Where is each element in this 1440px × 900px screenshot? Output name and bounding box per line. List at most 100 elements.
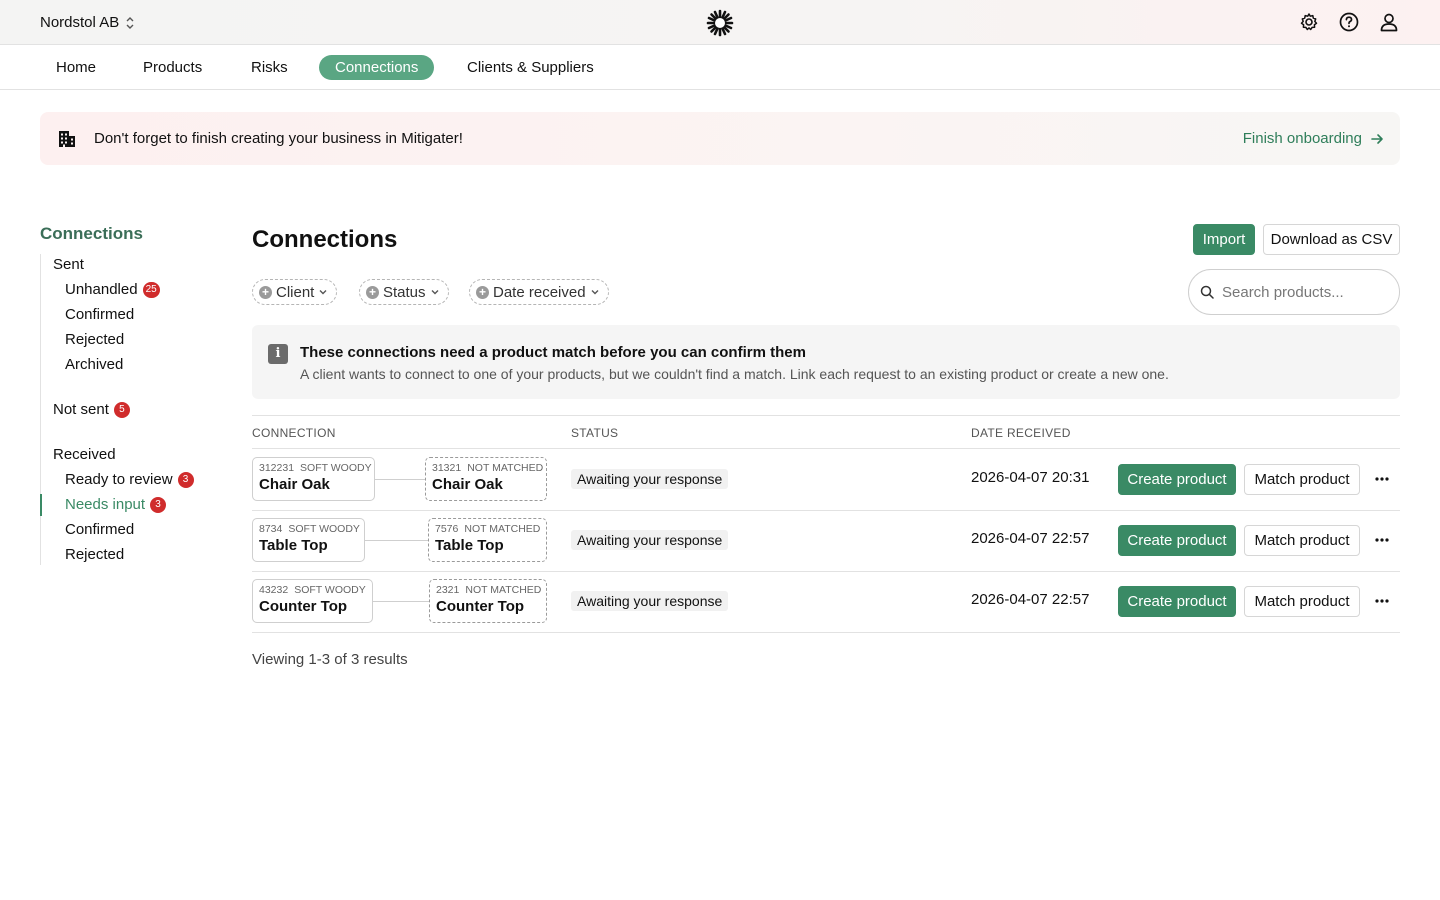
sidebar-group-label: Not sent bbox=[53, 401, 109, 418]
date-received: 2026-04-07 22:57 bbox=[971, 591, 1090, 608]
filter-label: Status bbox=[383, 283, 426, 301]
source-product-card[interactable]: 43232 SOFT WOODY Counter Top bbox=[252, 579, 373, 623]
org-switcher[interactable]: Nordstol AB bbox=[40, 14, 135, 31]
create-product-button[interactable]: Create product bbox=[1118, 464, 1236, 495]
create-product-button[interactable]: Create product bbox=[1118, 525, 1236, 556]
info-title: These connections need a product match b… bbox=[300, 344, 806, 361]
search-input[interactable] bbox=[1222, 283, 1382, 301]
logo-icon bbox=[706, 9, 734, 37]
product-id: 312231 bbox=[259, 462, 295, 474]
connection-line bbox=[373, 601, 429, 602]
nav-products[interactable]: Products bbox=[127, 55, 218, 80]
product-tag: NOT MATCHED bbox=[464, 523, 541, 535]
sidebar-item-label: Ready to review bbox=[65, 471, 173, 488]
date-received: 2026-04-07 20:31 bbox=[971, 469, 1090, 486]
count-badge: 25 bbox=[142, 281, 160, 298]
nav-risks[interactable]: Risks bbox=[235, 55, 304, 80]
match-product-button[interactable]: Match product bbox=[1244, 525, 1360, 556]
product-tag: NOT MATCHED bbox=[467, 462, 544, 474]
sidebar-item-needs-input[interactable]: Needs input 3 bbox=[65, 496, 167, 513]
column-header-date-received: DATE RECEIVED bbox=[971, 426, 1071, 440]
table-row: 312231 SOFT WOODY Chair Oak 31321 NOT MATC… bbox=[252, 449, 1400, 511]
filter-label: Date received bbox=[493, 283, 586, 301]
product-id: 2321 bbox=[436, 584, 460, 596]
status-badge: Awaiting your response bbox=[571, 530, 729, 550]
sidebar-title: Connections bbox=[40, 224, 143, 243]
sidebar-group-sent[interactable]: Sent bbox=[53, 256, 84, 273]
search-box[interactable] bbox=[1188, 269, 1400, 315]
filter-client[interactable]: + Client bbox=[252, 279, 338, 305]
nav-clients-suppliers[interactable]: Clients & Suppliers bbox=[451, 55, 610, 80]
sidebar-item-label: Unhandled bbox=[65, 281, 138, 298]
sidebar-group-received[interactable]: Received bbox=[53, 446, 116, 463]
date-received: 2026-04-07 22:57 bbox=[971, 530, 1090, 547]
sidebar-group-not-sent[interactable]: Not sent 5 bbox=[53, 401, 130, 418]
finish-onboarding-link[interactable]: Finish onboarding bbox=[1243, 130, 1384, 147]
product-name: Table Top bbox=[259, 537, 328, 554]
product-id: 7576 bbox=[435, 523, 459, 535]
sidebar-item-sent-archived[interactable]: Archived bbox=[65, 356, 123, 373]
info-callout: i These connections need a product match… bbox=[252, 325, 1400, 399]
create-product-button[interactable]: Create product bbox=[1118, 586, 1236, 617]
unmatched-product-card[interactable]: 2321 NOT MATCHED Counter Top bbox=[429, 579, 547, 623]
nav-connections[interactable]: Connections bbox=[319, 55, 435, 80]
sidebar-item-sent-unhandled[interactable]: Unhandled 25 bbox=[65, 281, 160, 298]
results-count: Viewing 1-3 of 3 results bbox=[252, 651, 408, 668]
more-options-icon[interactable] bbox=[1374, 465, 1390, 493]
source-product-card[interactable]: 312231 SOFT WOODY Chair Oak bbox=[252, 457, 375, 501]
sidebar-item-sent-confirmed[interactable]: Confirmed bbox=[65, 306, 134, 323]
info-description: A client wants to connect to one of your… bbox=[300, 366, 1169, 382]
table-row: 8734 SOFT WOODY Table Top 7576 NOT MATCHED… bbox=[252, 510, 1400, 572]
more-options-icon[interactable] bbox=[1374, 526, 1390, 554]
import-button[interactable]: Import bbox=[1193, 224, 1255, 255]
count-badge: 3 bbox=[150, 496, 167, 513]
finish-onboarding-label: Finish onboarding bbox=[1242, 130, 1362, 147]
table-header: CONNECTION STATUS DATE RECEIVED bbox=[252, 415, 1400, 449]
connection-line bbox=[365, 540, 428, 541]
product-tag: SOFT WOODY bbox=[300, 462, 372, 474]
sidebar-item-ready-to-review[interactable]: Ready to review 3 bbox=[65, 471, 194, 488]
unmatched-product-card[interactable]: 7576 NOT MATCHED Table Top bbox=[428, 518, 547, 562]
target-product-meta: 2321 NOT MATCHED bbox=[436, 584, 542, 596]
onboarding-banner: Don't forget to finish creating your bus… bbox=[40, 112, 1400, 165]
sidebar-item-received-confirmed[interactable]: Confirmed bbox=[65, 521, 134, 538]
download-csv-button[interactable]: Download as CSV bbox=[1263, 224, 1400, 255]
product-id: 43232 bbox=[259, 584, 289, 596]
sidebar-item-received-rejected[interactable]: Rejected bbox=[65, 546, 124, 563]
chevron-down-icon bbox=[319, 290, 327, 295]
match-product-button[interactable]: Match product bbox=[1244, 586, 1360, 617]
settings-icon[interactable] bbox=[1298, 11, 1320, 33]
chevron-down-icon bbox=[591, 290, 599, 295]
user-icon[interactable] bbox=[1378, 11, 1400, 33]
sidebar-item-sent-rejected[interactable]: Rejected bbox=[65, 331, 124, 348]
unmatched-product-card[interactable]: 31321 NOT MATCHED Chair Oak bbox=[425, 457, 547, 501]
nav-home[interactable]: Home bbox=[40, 55, 112, 80]
status-badge: Awaiting your response bbox=[571, 469, 729, 489]
match-product-button[interactable]: Match product bbox=[1244, 464, 1360, 495]
main-nav: Home Products Risks Connections Clients … bbox=[0, 45, 1440, 90]
help-icon[interactable] bbox=[1338, 11, 1360, 33]
more-options-icon[interactable] bbox=[1374, 587, 1390, 615]
filter-date-received[interactable]: + Date received bbox=[469, 279, 609, 305]
target-product-meta: 31321 NOT MATCHED bbox=[432, 462, 544, 474]
sidebar-item-label: Confirmed bbox=[65, 306, 135, 323]
connection-line bbox=[375, 479, 425, 480]
search-icon bbox=[1200, 285, 1214, 299]
column-header-status: STATUS bbox=[571, 426, 619, 440]
product-id: 8734 bbox=[259, 523, 283, 535]
sidebar-item-label: Archived bbox=[65, 356, 124, 373]
status-badge: Awaiting your response bbox=[571, 591, 729, 611]
plus-circle-icon: + bbox=[259, 285, 272, 299]
sidebar-item-label: Rejected bbox=[65, 331, 125, 348]
product-name: Chair Oak bbox=[432, 476, 503, 493]
product-name: Counter Top bbox=[259, 598, 348, 615]
source-product-card[interactable]: 8734 SOFT WOODY Table Top bbox=[252, 518, 365, 562]
plus-circle-icon: + bbox=[366, 285, 379, 299]
org-name: Nordstol AB bbox=[40, 14, 120, 31]
product-id: 31321 bbox=[432, 462, 462, 474]
product-tag: NOT MATCHED bbox=[465, 584, 542, 596]
product-tag: SOFT WOODY bbox=[288, 523, 360, 535]
filter-label: Client bbox=[276, 283, 315, 301]
sidebar-item-label: Needs input bbox=[65, 496, 146, 513]
filter-status[interactable]: + Status bbox=[359, 279, 449, 305]
